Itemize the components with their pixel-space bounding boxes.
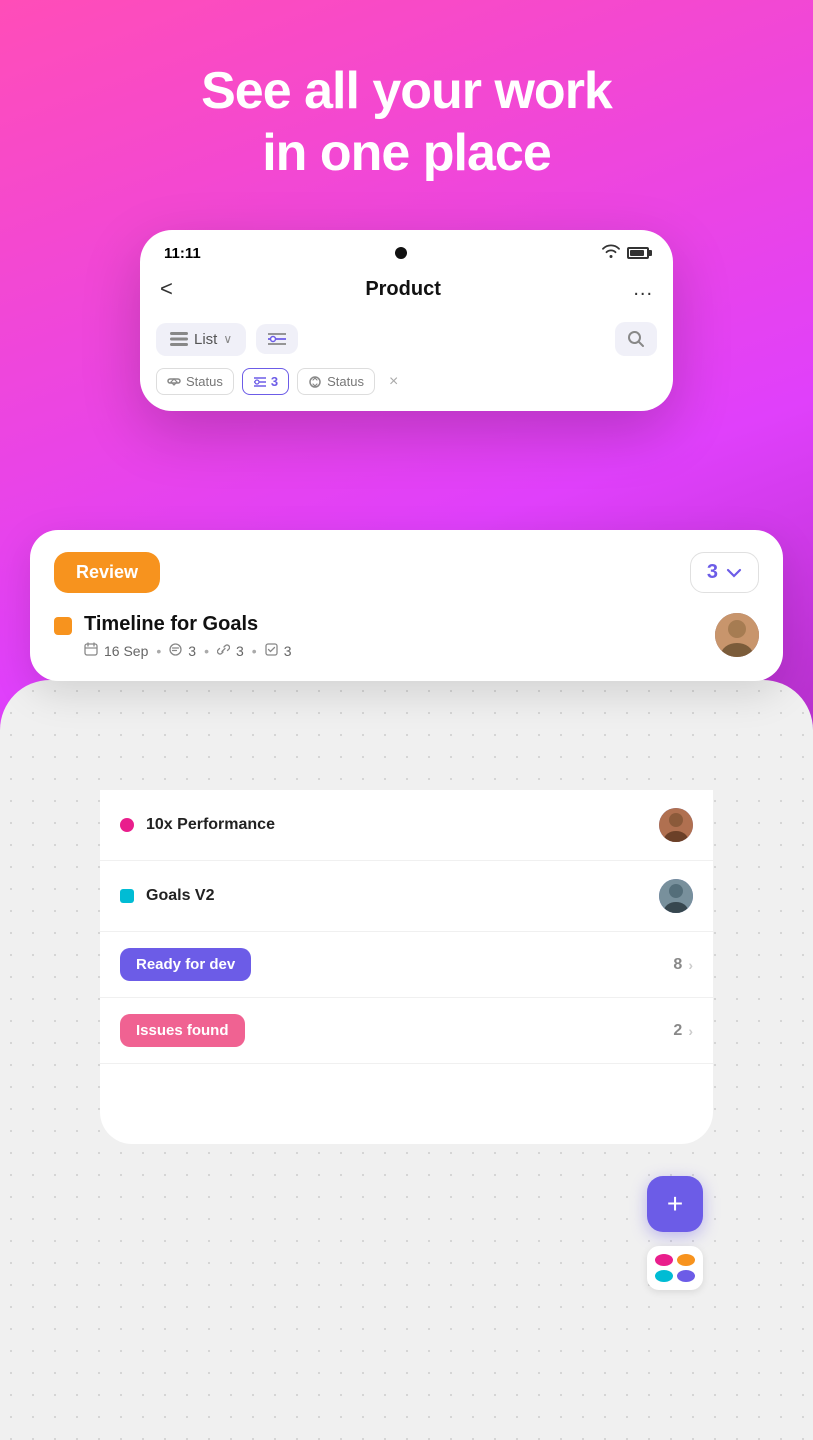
item-avatar	[659, 879, 693, 913]
page-title: Product	[365, 278, 441, 301]
task-title: Timeline for Goals	[84, 613, 703, 636]
list-chevron-icon: ∨	[223, 332, 232, 346]
task-meta: 16 Sep • 3 •	[84, 642, 703, 659]
review-card: Review 3 Timeline for Goals	[30, 530, 783, 681]
ready-for-dev-section[interactable]: Ready for dev 8 ›	[100, 932, 713, 998]
app-dot-3	[655, 1270, 673, 1282]
fab-area: +	[647, 1176, 703, 1290]
more-menu-button[interactable]: ...	[633, 278, 653, 301]
item-color-dot	[120, 889, 134, 903]
featured-task-row[interactable]: Timeline for Goals 16 Sep •	[54, 613, 759, 659]
status-icons	[601, 244, 649, 262]
review-count: 3	[707, 561, 718, 584]
filter-tags-row: Status 3 Status ×	[140, 368, 673, 411]
battery-icon	[627, 247, 649, 259]
comment-icon	[169, 643, 182, 659]
back-button[interactable]: <	[160, 276, 173, 302]
hero-text: See all your work in one place	[0, 0, 813, 185]
status2-filter-tag[interactable]: Status	[297, 368, 375, 395]
link-icon	[217, 643, 230, 659]
clear-filters-button[interactable]: ×	[383, 371, 404, 393]
task-count3: 3	[284, 643, 292, 659]
issues-found-section[interactable]: Issues found 2 ›	[100, 998, 713, 1064]
review-header-row: Review 3	[54, 552, 759, 593]
time-display: 11:11	[164, 245, 201, 262]
task-assignee-avatar	[715, 613, 759, 657]
app-switcher-button[interactable]	[647, 1246, 703, 1290]
task-date: 16 Sep	[104, 643, 148, 659]
status-filter-tag[interactable]: Status	[156, 368, 234, 395]
list-item[interactable]: Goals V2	[100, 861, 713, 932]
list-item-left: Goals V2	[120, 887, 214, 905]
ready-for-dev-tag: Ready for dev	[120, 948, 251, 981]
status-bar: 11:11	[140, 230, 673, 270]
camera-dot	[395, 247, 407, 259]
filter-button[interactable]	[256, 324, 298, 354]
task-color-indicator	[54, 617, 72, 635]
bottom-list: 10x Performance Goals V2 Ready for dev	[100, 790, 713, 1144]
issues-found-count: 2 ›	[673, 1022, 693, 1040]
count-filter-number: 3	[271, 374, 278, 389]
review-count-badge[interactable]: 3	[690, 552, 759, 593]
chevron-right-icon: ›	[688, 1023, 693, 1039]
list-label: List	[194, 331, 217, 348]
review-badge[interactable]: Review	[54, 552, 160, 593]
task-count2: 3	[236, 643, 244, 659]
task-count1: 3	[188, 643, 196, 659]
list-view-button[interactable]: List ∨	[156, 323, 246, 356]
review-chevron-icon	[726, 561, 742, 584]
status2-filter-label: Status	[327, 374, 364, 389]
app-dot-1	[655, 1254, 673, 1266]
task-info: Timeline for Goals 16 Sep •	[84, 613, 703, 659]
item-avatar	[659, 808, 693, 842]
list-item-left: 10x Performance	[120, 816, 275, 834]
app-dot-4	[677, 1270, 695, 1282]
item-color-dot	[120, 818, 134, 832]
bottom-spacer	[100, 1064, 713, 1144]
toolbar-row: List ∨	[140, 316, 673, 368]
hero-line1: See all your work	[0, 60, 813, 122]
calendar-icon	[84, 642, 98, 659]
ready-count-number: 8	[673, 956, 682, 974]
phone-nav: < Product ...	[140, 270, 673, 316]
item-label: 10x Performance	[146, 816, 275, 834]
add-button[interactable]: +	[647, 1176, 703, 1232]
search-button[interactable]	[615, 322, 657, 356]
checkbox-icon	[265, 643, 278, 659]
hero-line2: in one place	[0, 122, 813, 184]
count-filter-tag[interactable]: 3	[242, 368, 289, 395]
chevron-right-icon: ›	[688, 957, 693, 973]
wifi-icon	[601, 244, 621, 262]
ready-for-dev-count: 8 ›	[673, 956, 693, 974]
issues-found-tag: Issues found	[120, 1014, 245, 1047]
status-filter-label: Status	[186, 374, 223, 389]
item-label: Goals V2	[146, 887, 214, 905]
issues-count-number: 2	[673, 1022, 682, 1040]
app-dot-2	[677, 1254, 695, 1266]
phone-card-back: 11:11 < Product ...	[140, 230, 673, 411]
list-item[interactable]: 10x Performance	[100, 790, 713, 861]
